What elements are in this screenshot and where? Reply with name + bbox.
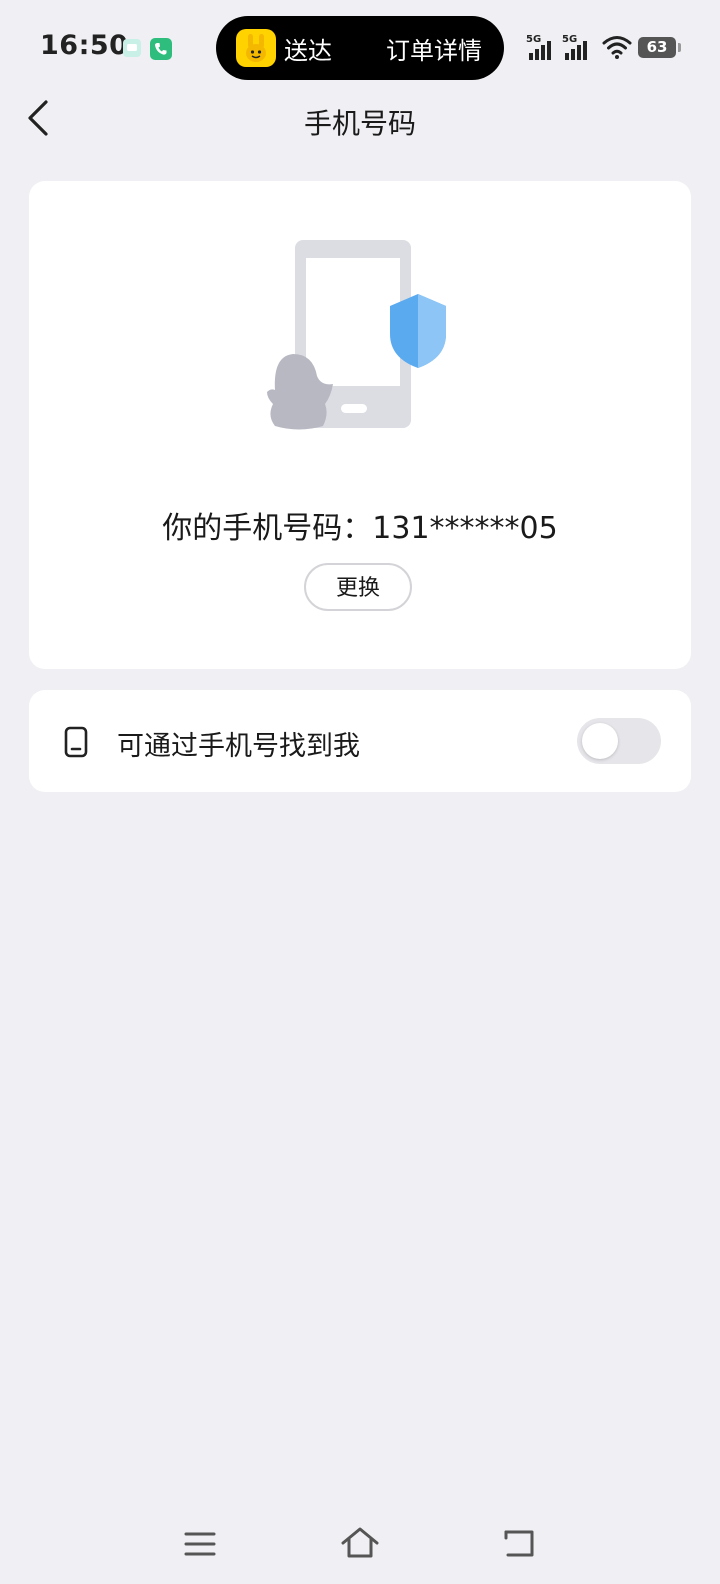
live-activity-island[interactable]: 送达 订单详情 xyxy=(216,16,504,80)
status-time: 16:50 xyxy=(40,30,129,61)
mobile-phone-icon xyxy=(64,726,88,762)
status-bar: 16:50 送达 订单详情 5G 5G 63 xyxy=(0,0,720,96)
page-title: 手机号码 xyxy=(303,107,416,140)
find-by-phone-setting: 可通过手机号找到我 xyxy=(29,690,691,792)
phone-number-value: 131******05 xyxy=(372,511,558,546)
nav-bar: 手机号码 xyxy=(0,88,720,148)
battery-indicator: 63 xyxy=(638,37,681,58)
wifi-icon xyxy=(602,34,632,64)
signal-1-icon: 5G xyxy=(526,34,554,66)
order-details-text[interactable]: 订单详情 xyxy=(386,31,482,66)
return-icon xyxy=(504,1530,534,1557)
find-by-phone-toggle[interactable] xyxy=(577,718,661,764)
delivery-app-icon xyxy=(236,29,276,67)
find-by-phone-label: 可通过手机号找到我 xyxy=(117,731,360,762)
home-button[interactable] xyxy=(340,1526,380,1564)
phone-security-illustration xyxy=(261,236,471,436)
system-navigation-bar xyxy=(0,1520,720,1568)
phone-notification-icon xyxy=(150,38,172,64)
change-number-button[interactable]: 更换 xyxy=(304,563,412,611)
system-back-button[interactable] xyxy=(502,1528,536,1564)
message-notification-icon xyxy=(122,38,142,62)
signal-1-label: 5G xyxy=(526,34,542,45)
home-icon xyxy=(341,1527,379,1558)
phone-number-text: 你的手机号码：131******05 xyxy=(29,503,691,547)
delivery-status-text: 送达 xyxy=(284,37,332,65)
phone-number-label: 你的手机号码： xyxy=(162,511,373,546)
menu-icon xyxy=(184,1532,216,1556)
phone-number-card: 你的手机号码：131******05 更换 xyxy=(29,181,691,669)
battery-level: 63 xyxy=(646,38,668,56)
signal-2-icon: 5G xyxy=(562,34,590,66)
recent-apps-button[interactable] xyxy=(184,1530,216,1562)
signal-2-label: 5G xyxy=(562,34,578,45)
toggle-knob xyxy=(582,723,618,759)
